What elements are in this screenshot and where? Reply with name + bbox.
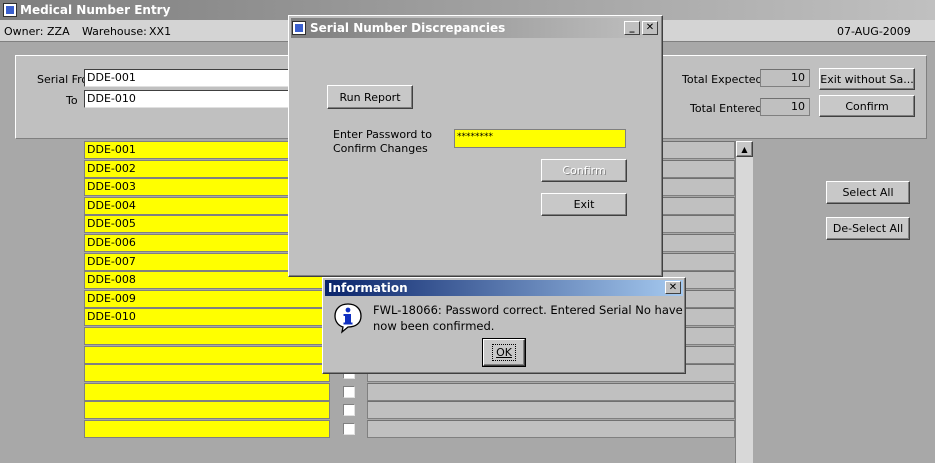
total-expected-value: 10: [760, 69, 810, 87]
select-all-button[interactable]: Select All: [826, 181, 910, 204]
warehouse-value: XX1: [149, 25, 172, 38]
serial-row-input[interactable]: DDE-010: [84, 308, 330, 326]
dialog-exit-button[interactable]: Exit: [541, 193, 627, 216]
info-message-line2: now been confirmed.: [373, 319, 495, 333]
scroll-up-button[interactable]: ▲: [736, 141, 753, 157]
row-select-checkbox[interactable]: [343, 423, 355, 435]
warehouse-label: Warehouse:: [82, 25, 147, 38]
to-label: To: [66, 94, 78, 107]
info-icon: [332, 302, 364, 334]
discrepancy-dialog-title: Serial Number Discrepancies: [310, 21, 506, 35]
confirm-button[interactable]: Confirm: [819, 95, 915, 117]
serial-row-input[interactable]: [84, 401, 330, 419]
dialog-confirm-button[interactable]: Confirm: [541, 159, 627, 182]
password-input[interactable]: ********: [454, 129, 626, 148]
password-prompt-line2: Confirm Changes: [333, 142, 428, 155]
serial-row-input[interactable]: [84, 327, 330, 345]
serial-to-input[interactable]: DDE-010: [84, 90, 294, 108]
main-window-title: Medical Number Entry: [20, 3, 171, 17]
serial-row-input[interactable]: [84, 420, 330, 438]
info-dialog-titlebar: Information ✕: [325, 280, 683, 296]
row-description-field: [367, 401, 735, 419]
minimize-button[interactable]: _: [624, 21, 640, 35]
row-description-field: [367, 420, 735, 438]
serial-row-input[interactable]: [84, 383, 330, 401]
total-expected-number: 10: [791, 71, 805, 84]
owner-value: ZZA: [47, 25, 70, 38]
discrepancy-dialog-titlebar: Serial Number Discrepancies _ ✕: [291, 18, 660, 38]
list-scrollbar[interactable]: ▲: [735, 141, 753, 463]
owner-label: Owner:: [4, 25, 44, 38]
serial-row-input[interactable]: [84, 364, 330, 382]
current-date: 07-AUG-2009: [837, 25, 911, 38]
info-dialog-title: Information: [328, 281, 408, 295]
row-description-field: [367, 383, 735, 401]
discrepancy-dialog: Serial Number Discrepancies _ ✕ Run Repo…: [288, 15, 663, 277]
info-close-button[interactable]: ✕: [665, 281, 681, 294]
serial-row-input[interactable]: [84, 346, 330, 364]
ok-button[interactable]: OK: [482, 338, 526, 367]
ok-button-label: OK: [492, 344, 516, 361]
exit-without-save-button[interactable]: Exit without Sa...: [819, 68, 915, 90]
dialog-app-icon: [292, 21, 306, 35]
app-icon: [3, 3, 17, 17]
row-select-checkbox[interactable]: [343, 404, 355, 416]
total-entered-value: 10: [760, 98, 810, 116]
info-dialog: Information ✕ FWL-18066: Password correc…: [322, 277, 686, 374]
close-button[interactable]: ✕: [642, 21, 658, 35]
run-report-button[interactable]: Run Report: [327, 85, 413, 109]
password-prompt-line1: Enter Password to: [333, 128, 432, 141]
info-message-line1: FWL-18066: Password correct. Entered Ser…: [373, 303, 683, 317]
total-expected-label: Total Expected: [682, 73, 763, 86]
serial-from-input[interactable]: DDE-001: [84, 69, 294, 87]
deselect-all-button[interactable]: De-Select All: [826, 217, 910, 240]
total-entered-label: Total Entered: [690, 102, 763, 115]
row-select-checkbox[interactable]: [343, 386, 355, 398]
total-entered-number: 10: [791, 100, 805, 113]
serial-row-input[interactable]: DDE-009: [84, 290, 330, 308]
